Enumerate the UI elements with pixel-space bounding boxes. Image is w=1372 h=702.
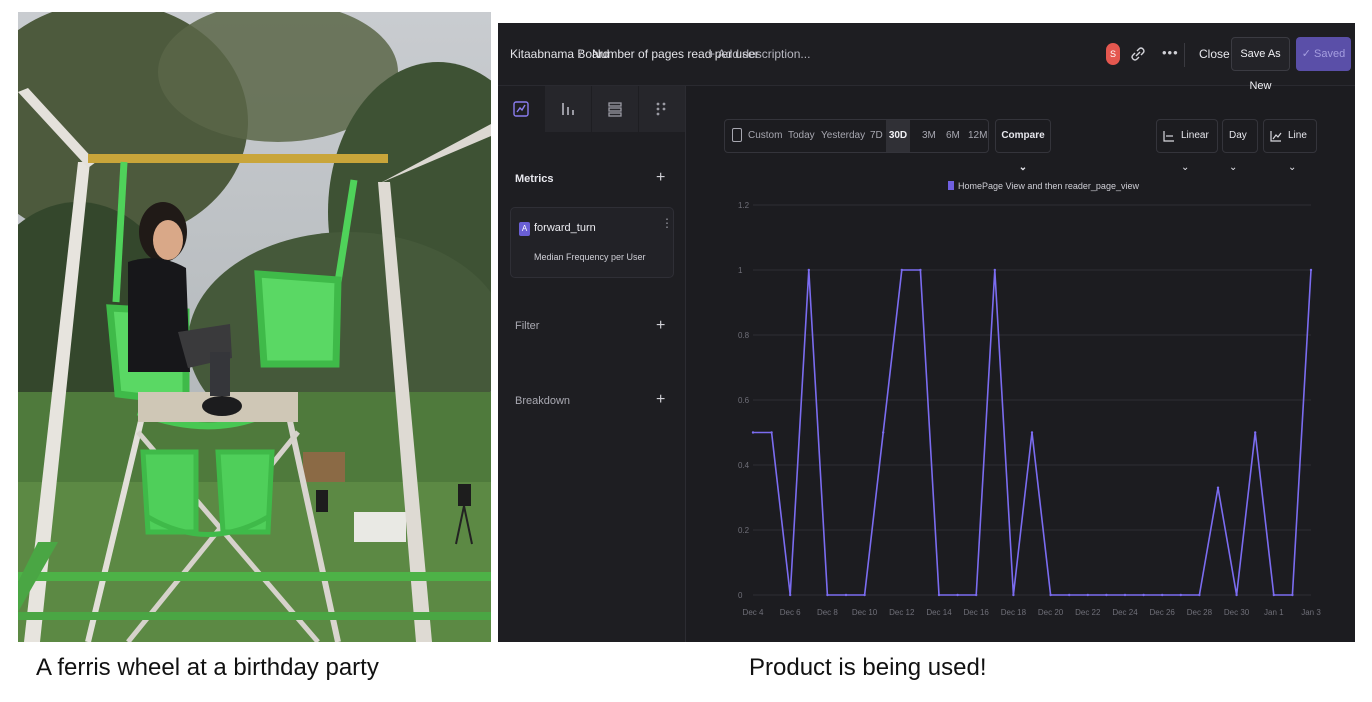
- x-tick-label: Dec 6: [780, 608, 801, 617]
- data-point[interactable]: [807, 268, 810, 272]
- data-point[interactable]: [975, 593, 978, 597]
- data-point[interactable]: [1068, 593, 1071, 597]
- data-point[interactable]: [1049, 593, 1052, 597]
- chart-series: [751, 268, 1313, 597]
- data-point[interactable]: [1235, 593, 1238, 597]
- x-tick-label: Dec 8: [817, 608, 838, 617]
- data-point[interactable]: [1179, 593, 1182, 597]
- y-tick-label: 0.2: [738, 526, 750, 535]
- x-tick-label: Dec 22: [1075, 608, 1101, 617]
- y-tick-label: 0.6: [738, 396, 750, 405]
- data-point[interactable]: [1123, 593, 1127, 597]
- data-point[interactable]: [919, 268, 922, 272]
- y-tick-label: 0.4: [738, 461, 750, 470]
- data-point[interactable]: [1254, 431, 1257, 434]
- x-tick-label: Dec 28: [1187, 608, 1213, 617]
- data-point[interactable]: [1272, 593, 1275, 597]
- x-tick-label: Dec 10: [852, 608, 878, 617]
- x-tick-label: Dec 4: [743, 608, 764, 617]
- data-point[interactable]: [1086, 593, 1089, 597]
- x-tick-label: Dec 26: [1150, 608, 1176, 617]
- data-point[interactable]: [1012, 593, 1015, 597]
- x-tick-label: Jan 1: [1264, 608, 1284, 617]
- y-tick-label: 0: [738, 591, 743, 600]
- x-tick-label: Jan 3: [1301, 608, 1321, 617]
- data-point[interactable]: [1030, 431, 1034, 434]
- y-tick-label: 1.2: [738, 201, 750, 210]
- x-tick-label: Dec 20: [1038, 608, 1064, 617]
- data-point[interactable]: [882, 431, 885, 434]
- caption-right: Product is being used!: [749, 654, 987, 681]
- x-tick-label: Dec 24: [1112, 608, 1138, 617]
- data-point[interactable]: [1198, 593, 1201, 597]
- data-point[interactable]: [1161, 593, 1164, 597]
- chart-grid: [753, 204, 1311, 596]
- legend-label[interactable]: HomePage View and then reader_page_view: [958, 181, 1139, 191]
- data-point[interactable]: [900, 268, 903, 272]
- data-point[interactable]: [1216, 486, 1220, 489]
- data-point[interactable]: [1142, 593, 1145, 597]
- data-point[interactable]: [937, 593, 941, 597]
- analytics-app-window: Kitaabnama Board / Number of pages read …: [498, 23, 1355, 642]
- data-point[interactable]: [1105, 593, 1108, 597]
- ferris-wheel-illustration: [18, 12, 491, 642]
- data-point[interactable]: [826, 593, 829, 597]
- y-tick-label: 0.8: [738, 331, 750, 340]
- y-axis-ticks: 0 0.2 0.4 0.6 0.8 1 1.2: [738, 201, 750, 600]
- data-point[interactable]: [863, 593, 866, 597]
- x-tick-label: Dec 30: [1224, 608, 1250, 617]
- data-point[interactable]: [751, 431, 755, 434]
- data-point[interactable]: [993, 268, 996, 272]
- data-point[interactable]: [956, 593, 959, 597]
- x-tick-label: Dec 16: [964, 608, 990, 617]
- data-point[interactable]: [1309, 268, 1313, 272]
- x-tick-label: Dec 12: [889, 608, 915, 617]
- y-tick-label: 1: [738, 266, 743, 275]
- line-chart[interactable]: HomePage View and then reader_page_view …: [498, 23, 1355, 642]
- legend-swatch[interactable]: [948, 181, 954, 190]
- data-point[interactable]: [1291, 593, 1294, 597]
- caption-left: A ferris wheel at a birthday party: [36, 654, 379, 681]
- x-tick-label: Dec 18: [1001, 608, 1027, 617]
- data-point[interactable]: [789, 593, 792, 597]
- data-point[interactable]: [844, 593, 848, 597]
- ferris-wheel-photo: [18, 12, 491, 642]
- x-tick-label: Dec 14: [926, 608, 952, 617]
- data-point[interactable]: [770, 431, 773, 434]
- x-axis-ticks: Dec 4 Dec 6 Dec 8 Dec 10 Dec 12 Dec 14 Dec 16 D…: [743, 608, 1322, 617]
